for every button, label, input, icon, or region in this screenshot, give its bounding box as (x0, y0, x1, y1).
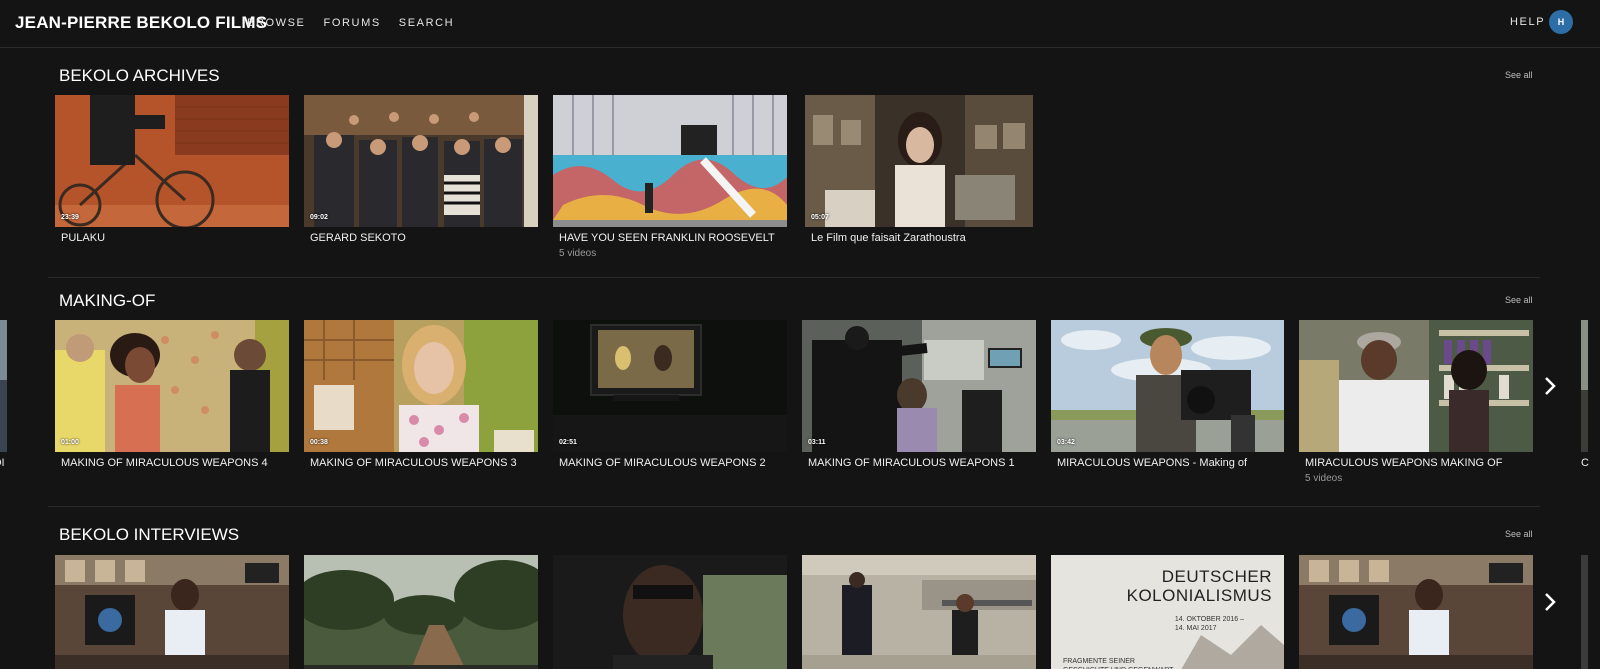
video-thumbnail[interactable]: 23:39 (55, 95, 289, 227)
nav-search[interactable]: SEARCH (399, 17, 454, 29)
video-title[interactable]: MIRACULOUS WEAPONS MAKING OF (1305, 457, 1502, 469)
video-title[interactable]: MAKING OF MIRACULOUS WEAPONS 1 (808, 457, 1015, 469)
video-thumbnail[interactable]: 09:02 (304, 95, 538, 227)
video-thumbnail[interactable] (1299, 555, 1533, 669)
video-count: 5 videos (559, 248, 597, 259)
video-title[interactable]: HAVE YOU SEEN FRANKLIN ROOSEVELT (559, 232, 775, 244)
video-thumbnail[interactable] (802, 555, 1036, 669)
video-duration: 00:38 (310, 439, 328, 446)
video-thumbnail[interactable]: 02:51 (553, 320, 787, 452)
partial-thumbnail-right[interactable] (1581, 320, 1588, 452)
partial-video-title[interactable]: OI (0, 457, 5, 469)
video-title[interactable]: MAKING OF MIRACULOUS WEAPONS 2 (559, 457, 766, 469)
video-card[interactable] (55, 555, 289, 669)
brand-logo[interactable]: JEAN-PIERRE BEKOLO FILMS (15, 13, 267, 33)
video-thumbnail[interactable]: 03:11 (802, 320, 1036, 452)
help-link[interactable]: HELP (1510, 16, 1545, 28)
poster-caption: FRAGMENTE SEINER GESCHICHTE UND GEGENWAR… (1063, 658, 1173, 669)
main-nav: BROWSE FORUMS SEARCH (247, 17, 454, 29)
partial-video-title[interactable]: C (1581, 457, 1589, 469)
poster-title: DEUTSCHER KOLONIALISMUS (1126, 567, 1272, 605)
video-thumbnail[interactable] (304, 555, 538, 669)
video-thumbnail[interactable]: 01:00 (55, 320, 289, 452)
section-title[interactable]: BEKOLO INTERVIEWS (59, 525, 239, 545)
video-card[interactable]: 09:02 GERARD SEKOTO (304, 95, 538, 244)
video-thumbnail[interactable] (553, 555, 787, 669)
video-title[interactable]: MAKING OF MIRACULOUS WEAPONS 3 (310, 457, 517, 469)
video-card[interactable]: 02:51 MAKING OF MIRACULOUS WEAPONS 2 (553, 320, 787, 469)
chevron-right-icon (1545, 593, 1556, 611)
video-title[interactable]: PULAKU (61, 232, 105, 244)
video-title[interactable]: GERARD SEKOTO (310, 232, 406, 244)
video-thumbnail[interactable] (1299, 320, 1533, 452)
video-card[interactable]: 01:00 MAKING OF MIRACULOUS WEAPONS 4 (55, 320, 289, 469)
video-card[interactable]: 03:11 MAKING OF MIRACULOUS WEAPONS 1 (802, 320, 1036, 469)
video-thumbnail[interactable]: 05:07 (805, 95, 1033, 227)
video-count: 5 videos (1305, 473, 1343, 484)
video-title[interactable]: MAKING OF MIRACULOUS WEAPONS 4 (61, 457, 268, 469)
video-thumbnail[interactable] (55, 555, 289, 669)
video-card[interactable] (304, 555, 538, 669)
video-card[interactable] (1299, 555, 1533, 669)
see-all-link[interactable]: See all (1505, 70, 1533, 80)
video-duration: 03:11 (808, 439, 826, 446)
top-bar: JEAN-PIERRE BEKOLO FILMS BROWSE FORUMS S… (0, 0, 1600, 48)
user-avatar[interactable]: H (1549, 10, 1573, 34)
chevron-right-icon (1545, 377, 1556, 395)
section-title[interactable]: BEKOLO ARCHIVES (59, 66, 220, 86)
video-card[interactable]: MIRACULOUS WEAPONS MAKING OF 5 videos (1299, 320, 1533, 484)
video-duration: 02:51 (559, 439, 577, 446)
partial-thumbnail-right[interactable] (1581, 555, 1588, 669)
carousel-next-button[interactable] (1537, 582, 1563, 622)
video-duration: 05:07 (811, 214, 829, 221)
video-duration: 09:02 (310, 214, 328, 221)
video-thumbnail[interactable]: 03:42 (1051, 320, 1284, 452)
video-title[interactable]: Le Film que faisait Zarathoustra (811, 232, 966, 244)
video-thumbnail[interactable]: 00:38 (304, 320, 538, 452)
video-card[interactable]: 03:42 MIRACULOUS WEAPONS - Making of (1051, 320, 1285, 469)
video-card[interactable] (802, 555, 1036, 669)
see-all-link[interactable]: See all (1505, 295, 1533, 305)
video-thumbnail[interactable] (553, 95, 787, 227)
video-card[interactable]: 05:07 Le Film que faisait Zarathoustra (805, 95, 1039, 244)
section-title[interactable]: MAKING-OF (59, 291, 155, 311)
nav-forums[interactable]: FORUMS (324, 17, 381, 29)
nav-browse[interactable]: BROWSE (247, 17, 306, 29)
video-card[interactable] (553, 555, 787, 669)
video-duration: 23:39 (61, 214, 79, 221)
video-title[interactable]: MIRACULOUS WEAPONS - Making of (1057, 457, 1247, 469)
video-duration: 01:00 (61, 439, 79, 446)
see-all-link[interactable]: See all (1505, 529, 1533, 539)
video-card[interactable]: 23:39 PULAKU (55, 95, 289, 244)
video-duration: 03:42 (1057, 439, 1075, 446)
carousel-next-button[interactable] (1537, 366, 1563, 406)
video-card[interactable]: HAVE YOU SEEN FRANKLIN ROOSEVELT 5 video… (553, 95, 787, 259)
partial-thumbnail-left[interactable] (0, 320, 7, 452)
section-divider (48, 277, 1540, 278)
video-card[interactable]: 00:38 MAKING OF MIRACULOUS WEAPONS 3 (304, 320, 538, 469)
section-divider (48, 506, 1540, 507)
video-thumbnail[interactable]: DEUTSCHER KOLONIALISMUS 14. OKTOBER 2016… (1051, 555, 1284, 669)
video-card[interactable]: DEUTSCHER KOLONIALISMUS 14. OKTOBER 2016… (1051, 555, 1285, 669)
